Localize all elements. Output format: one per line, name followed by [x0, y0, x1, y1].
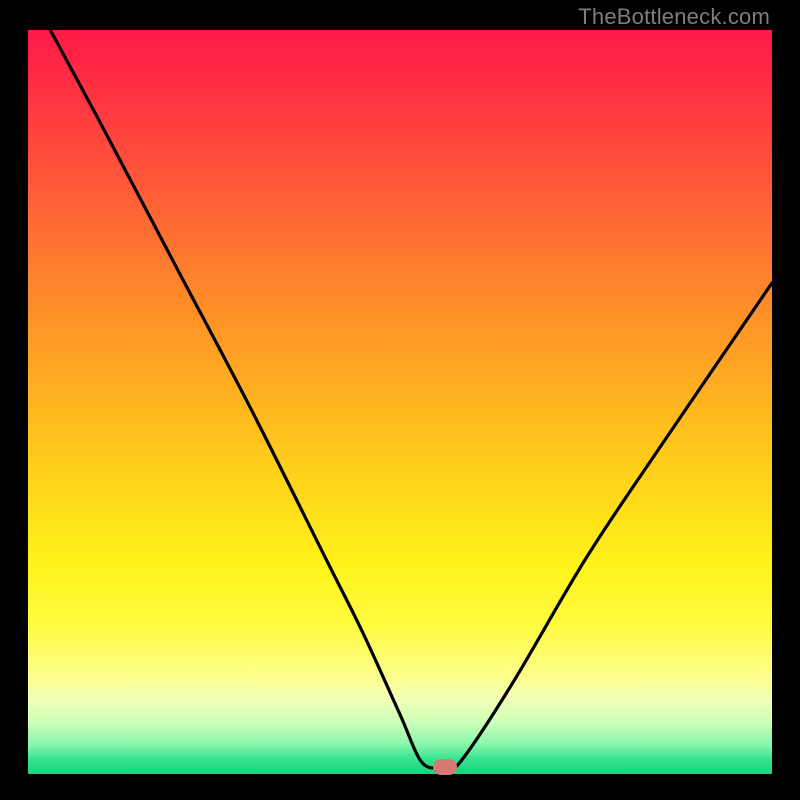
chart-plot-area	[28, 30, 772, 774]
attribution-text: TheBottleneck.com	[578, 4, 770, 30]
bottleneck-curve	[28, 30, 772, 774]
chart-frame: TheBottleneck.com	[0, 0, 800, 800]
optimal-point-marker	[433, 759, 457, 775]
